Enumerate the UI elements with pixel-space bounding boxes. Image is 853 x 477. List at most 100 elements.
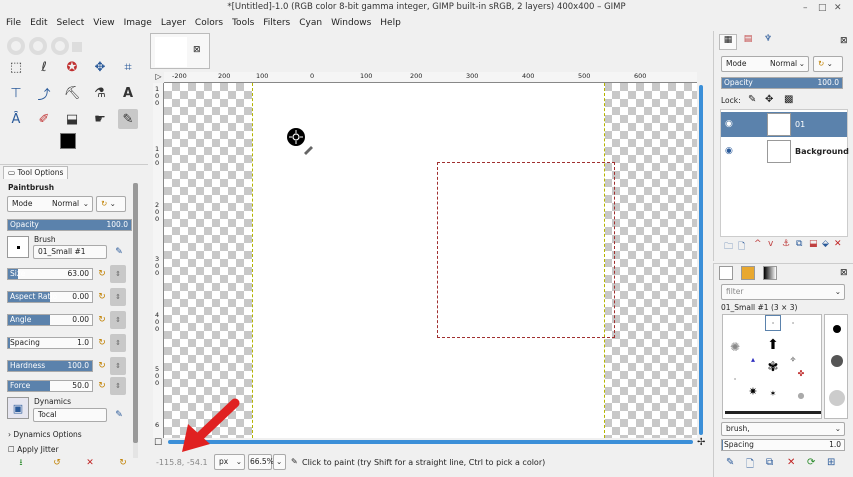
crop-tool-icon[interactable]: ⌗ <box>118 57 138 77</box>
brush-spacing-slider[interactable]: Spacing 1.0 <box>721 439 845 451</box>
dynamics-preview-icon[interactable]: ▣ <box>7 397 29 419</box>
brush-cell[interactable]: ✾ <box>765 359 781 375</box>
heal-tool-icon[interactable]: ⬓ <box>62 109 82 129</box>
brush-cell[interactable]: ⬆ <box>765 337 781 353</box>
duplicate-layer-icon[interactable]: ⧉ <box>796 239 802 249</box>
layer-opacity-slider[interactable]: Opacity 100.0 <box>721 77 843 89</box>
size-slider[interactable]: Size 63.00 <box>7 268 93 280</box>
aspect-reset-icon[interactable]: ↻ <box>95 290 109 304</box>
layer-mode-dropdown[interactable]: Mode Normal ⌄ <box>721 56 809 72</box>
new-brush-icon[interactable]: 🗋 <box>746 457 754 474</box>
layer-row-01[interactable]: ◉ 01 <box>721 112 847 137</box>
edit-brush-icon[interactable]: ✎ <box>112 245 126 259</box>
zoom-field[interactable]: 66.5% <box>248 454 274 470</box>
aspect-link-button[interactable]: ⇕ <box>110 288 126 306</box>
menu-layer[interactable]: Layer <box>161 18 186 28</box>
opacity-slider[interactable]: Opacity 100.0 <box>7 219 132 231</box>
clone-tool-icon[interactable]: ⛏ <box>62 83 82 103</box>
force-slider[interactable]: Force 50.0 <box>7 380 93 392</box>
spacing-link-button[interactable]: ⇕ <box>110 334 126 352</box>
edit-brush-icon[interactable]: ✎ <box>726 457 734 468</box>
brush-cell[interactable]: · <box>727 371 743 387</box>
save-options-icon[interactable]: ⭳ <box>14 456 28 470</box>
new-layer-icon[interactable]: 🗋 <box>738 239 745 255</box>
menu-tools[interactable]: Tools <box>232 18 254 28</box>
menu-colors[interactable]: Colors <box>195 18 223 28</box>
spacing-slider[interactable]: Spacing 1.0 <box>7 337 93 349</box>
brush-cell-selected[interactable]: · <box>765 315 781 331</box>
raise-layer-icon[interactable]: ^ <box>754 239 762 249</box>
free-select-tool-icon[interactable]: ℓ <box>34 57 54 77</box>
paintbrush-tool-icon[interactable]: ✎ <box>118 109 138 129</box>
canvas-horizontal-scrollbar[interactable] <box>164 438 697 446</box>
tab-brushes-icon[interactable] <box>719 266 733 280</box>
brushes-dock-menu-icon[interactable]: ⊠ <box>840 268 848 278</box>
anchor-layer-icon[interactable]: ⚓ <box>782 239 790 249</box>
layer-mask-icon[interactable]: ⬓ <box>809 239 818 249</box>
image-tab[interactable]: ⊠ <box>150 33 210 69</box>
delete-options-icon[interactable]: ✕ <box>83 456 97 470</box>
tab-channels-icon[interactable]: ▤ <box>739 34 757 50</box>
brush-cell[interactable]: ▴ <box>745 351 761 367</box>
eye-icon[interactable]: ◉ <box>725 146 733 156</box>
dock-menu-icon[interactable]: ⊠ <box>840 36 848 46</box>
aspect-ratio-slider[interactable]: Aspect Ratio 0.00 <box>7 291 93 303</box>
menu-cyan[interactable]: Cyan <box>299 18 322 28</box>
brush-cell[interactable]: ● <box>793 387 809 403</box>
brush-cell[interactable] <box>725 411 821 414</box>
layer-row-background[interactable]: ◉ Background <box>721 139 849 164</box>
mode-dropdown[interactable]: Mode Normal ⌄ <box>7 196 93 212</box>
eraser-tool-icon[interactable]: ✐ <box>34 109 54 129</box>
move-tool-icon[interactable]: ✥ <box>90 57 110 77</box>
close-window-button[interactable]: ✕ <box>834 1 842 15</box>
brushes-grid[interactable]: · · ⬆ ✺ ▴ ✧ ✾ ✤ · ✷ ✶ ● <box>722 314 822 419</box>
lock-pixels-icon[interactable]: ✎ <box>748 94 756 105</box>
restore-options-icon[interactable]: ↺ <box>50 456 64 470</box>
apply-jitter-checkbox[interactable]: ☐ Apply Jitter <box>8 445 59 454</box>
tab-gradients-icon[interactable] <box>763 266 777 280</box>
delete-brush-icon[interactable]: ✕ <box>787 457 795 468</box>
lock-position-icon[interactable]: ✥ <box>765 94 773 105</box>
rect-select-tool-icon[interactable]: ⬚ <box>6 57 26 77</box>
angle-reset-icon[interactable]: ↻ <box>95 313 109 327</box>
brush-cell[interactable]: ✤ <box>793 365 809 381</box>
refresh-brushes-icon[interactable]: ⟳ <box>807 457 815 468</box>
tab-tool-options[interactable]: ▭ Tool Options <box>3 166 69 179</box>
foreground-select-tool-icon[interactable]: ✪ <box>62 57 82 77</box>
menu-select[interactable]: Select <box>57 18 85 28</box>
menu-image[interactable]: Image <box>124 18 152 28</box>
eye-icon[interactable]: ◉ <box>725 119 733 129</box>
brush-preview[interactable] <box>7 236 29 258</box>
tab-patterns-icon[interactable] <box>741 266 755 280</box>
force-reset-icon[interactable]: ↻ <box>95 379 109 393</box>
menu-view[interactable]: View <box>93 18 114 28</box>
size-reset-icon[interactable]: ↻ <box>95 267 109 281</box>
brush-cell[interactable]: · <box>785 315 801 331</box>
tab-paths-icon[interactable]: ♆ <box>759 34 777 50</box>
brush-filter-input[interactable]: filter ⌄ <box>721 284 845 300</box>
path-tool-icon[interactable]: Ȃ <box>6 109 26 129</box>
unit-dropdown[interactable]: px ⌄ <box>214 454 245 470</box>
new-layer-group-icon[interactable]: 🗀 <box>724 239 733 255</box>
open-brush-as-image-icon[interactable]: ⊞ <box>827 457 835 468</box>
spacing-reset-icon[interactable]: ↻ <box>95 336 109 350</box>
tool-options-scrollbar[interactable] <box>133 183 138 458</box>
dynamics-options-expander[interactable]: › Dynamics Options <box>8 430 82 439</box>
horizontal-ruler[interactable]: -200 200 100 0 100 200 300 400 500 600 <box>164 72 697 83</box>
smudge-tool-icon[interactable]: ☛ <box>90 109 110 129</box>
gradient-tool-icon[interactable]: ⚗ <box>90 83 110 103</box>
hardness-reset-icon[interactable]: ↻ <box>95 359 109 373</box>
menu-help[interactable]: Help <box>380 18 401 28</box>
mask-toggle-icon[interactable]: ☐ <box>154 438 162 448</box>
warp-transform-tool-icon[interactable]: ⤴ <box>34 83 54 103</box>
angle-link-button[interactable]: ⇕ <box>110 311 126 329</box>
menu-edit[interactable]: Edit <box>30 18 47 28</box>
vertical-ruler[interactable]: 1 0 0 1 0 0 2 0 0 3 0 0 4 0 0 5 0 0 6 <box>153 83 164 438</box>
navigate-icon[interactable]: ✢ <box>697 437 705 448</box>
text-tool-icon[interactable]: A <box>118 83 138 103</box>
menu-windows[interactable]: Windows <box>331 18 371 28</box>
canvas-vertical-scrollbar[interactable] <box>697 83 705 438</box>
layer-mode-reset-dropdown[interactable]: ↻ ⌄ <box>813 56 843 72</box>
quick-mask-corner-icon[interactable]: ▷ <box>153 72 164 83</box>
image-canvas[interactable] <box>164 83 697 438</box>
